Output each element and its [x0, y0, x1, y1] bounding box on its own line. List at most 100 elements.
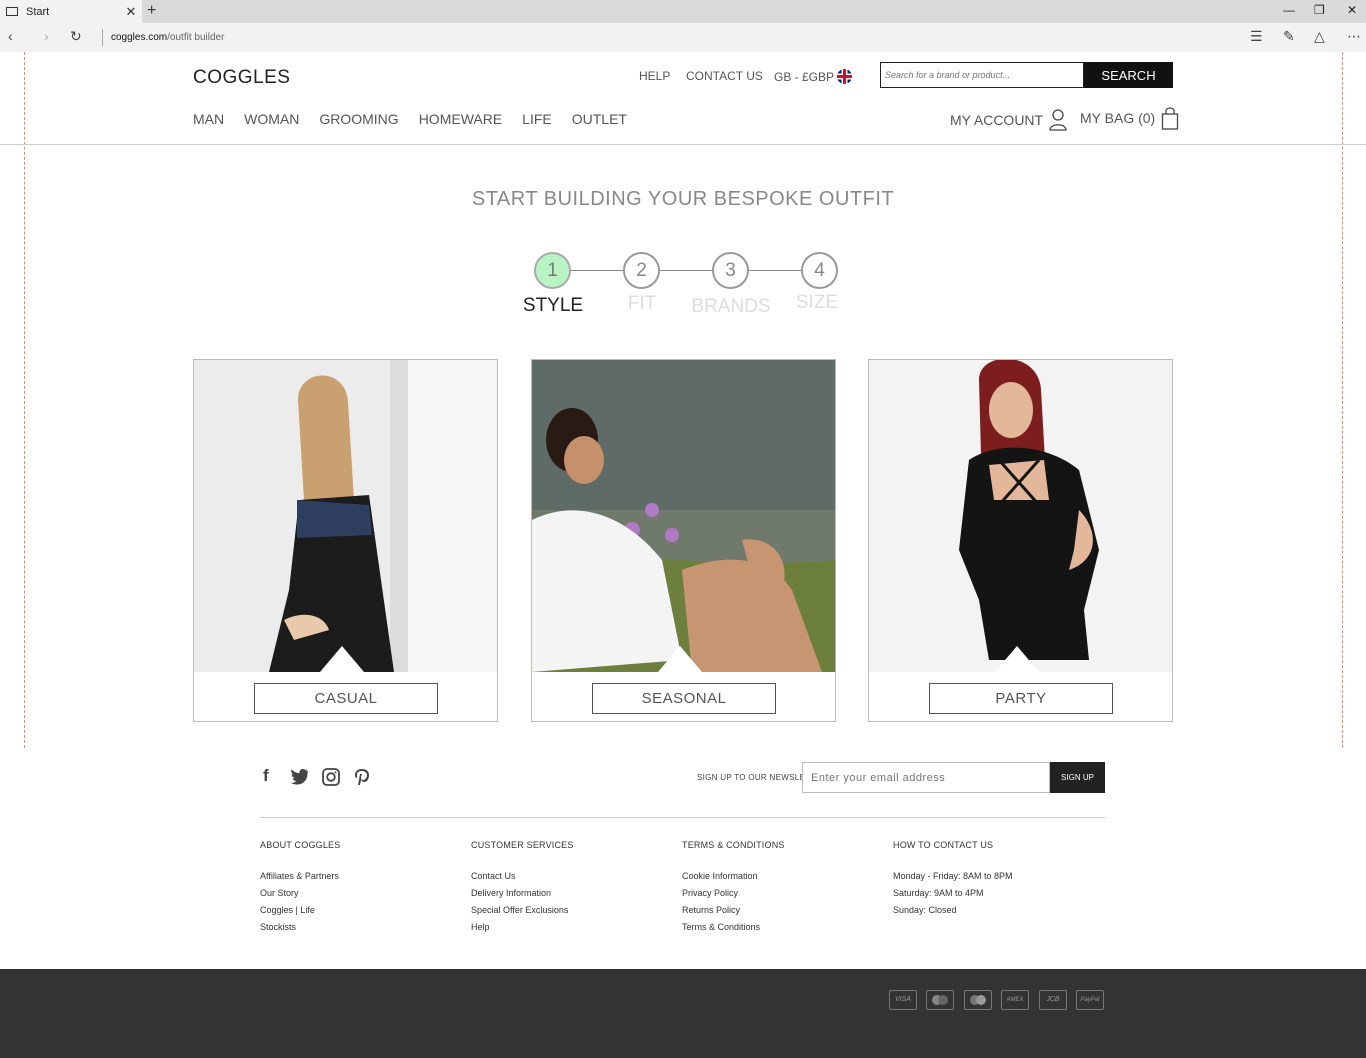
footer-link[interactable]: Terms & Conditions	[682, 919, 785, 936]
window-close-icon[interactable]: ✕	[1347, 3, 1357, 17]
footer-text: Sunday: Closed	[893, 905, 957, 915]
footer-col-title: CUSTOMER SERVICES	[471, 840, 574, 850]
search-button[interactable]: SEARCH	[1084, 62, 1173, 88]
more-icon[interactable]: ⋯	[1347, 28, 1361, 45]
user-icon	[1049, 109, 1067, 131]
style-card-casual[interactable]: CASUAL	[193, 359, 498, 722]
guide-line-left	[24, 52, 25, 748]
footer-link[interactable]: Delivery Information	[471, 885, 574, 902]
seasonal-button[interactable]: SEASONAL	[592, 683, 776, 714]
step-4-label: SIZE	[795, 292, 839, 313]
footer-link[interactable]: Stockists	[260, 919, 340, 936]
guide-line-right	[1342, 52, 1343, 748]
twitter-icon[interactable]	[290, 769, 309, 785]
step-4-circle[interactable]: 4	[801, 252, 838, 289]
my-account-label: MY ACCOUNT	[950, 112, 1044, 128]
jcb-icon: JCB	[1039, 990, 1067, 1010]
step-1-circle[interactable]: 1	[534, 252, 571, 289]
amex-icon: AMEX	[1001, 990, 1029, 1010]
tab-close-icon[interactable]: ✕	[124, 4, 138, 20]
footer-col-about: ABOUT COGGLES Affiliates & Partners Our …	[260, 840, 340, 936]
restore-icon[interactable]: ❐	[1314, 3, 1325, 17]
style-card-party[interactable]: PARTY	[868, 359, 1173, 722]
step-connector	[660, 270, 712, 271]
step-connector	[571, 270, 623, 271]
nav-outlet[interactable]: OUTLET	[572, 111, 627, 127]
forward-icon[interactable]: ›	[44, 28, 49, 44]
site-logo[interactable]: COGGLES	[193, 67, 290, 89]
footer-link[interactable]: Affiliates & Partners	[260, 868, 340, 885]
card-notch	[320, 646, 364, 672]
currency-selector[interactable]: GB - £GBP	[774, 69, 853, 84]
footer-col-title: TERMS & CONDITIONS	[682, 840, 785, 850]
browser-tab[interactable]: Start ✕	[0, 0, 142, 23]
builder-headline: START BUILDING YOUR BESPOKE OUTFIT	[471, 188, 895, 210]
footer-text: Saturday: 9AM to 4PM	[893, 888, 984, 898]
facebook-icon[interactable]: f	[263, 766, 269, 786]
my-account-link[interactable]: MY ACCOUNT	[950, 109, 1067, 131]
nav-life[interactable]: LIFE	[522, 111, 552, 127]
nav-grooming[interactable]: GROOMING	[319, 111, 398, 127]
address-bar[interactable]: coggles.com/outfit builder	[102, 29, 224, 46]
footer-link[interactable]: Contact Us	[471, 868, 574, 885]
minimize-icon[interactable]: —	[1283, 3, 1295, 17]
instagram-icon[interactable]	[322, 768, 340, 786]
main-nav: MAN WOMAN GROOMING HOMEWARE LIFE OUTLET	[193, 111, 627, 127]
newsletter-email-input[interactable]	[802, 762, 1050, 793]
browser-tab-bar: Start ✕ + — ❐ ✕	[0, 0, 1366, 23]
footer-link[interactable]: Our Story	[260, 885, 340, 902]
step-2-label: FIT	[627, 293, 657, 314]
payment-bar: VISA AMEX JCB PayPal	[0, 969, 1366, 1058]
web-note-icon[interactable]: ✎	[1283, 28, 1295, 45]
browser-nav-bar: ‹ › ↻ coggles.com/outfit builder ☰ ✎ △ ⋯	[0, 23, 1366, 52]
casual-photo	[194, 360, 497, 672]
party-button[interactable]: PARTY	[929, 683, 1113, 714]
reading-list-icon[interactable]: ☰	[1250, 28, 1263, 45]
footer-link[interactable]: Help	[471, 919, 574, 936]
seasonal-photo	[532, 360, 835, 672]
back-icon[interactable]: ‹	[8, 28, 13, 44]
footer-link[interactable]: Privacy Policy	[682, 885, 785, 902]
footer-link[interactable]: Special Offer Exclusions	[471, 902, 574, 919]
mastercard-icon	[926, 990, 954, 1010]
bag-icon	[1162, 107, 1179, 130]
search-input[interactable]	[880, 62, 1084, 88]
my-bag-label: MY BAG (0)	[1080, 110, 1156, 126]
card-notch	[995, 646, 1039, 672]
my-bag-link[interactable]: MY BAG (0)	[1080, 106, 1179, 130]
new-tab-icon[interactable]: +	[147, 2, 156, 20]
footer-col-title: ABOUT COGGLES	[260, 840, 341, 850]
footer-col-terms: TERMS & CONDITIONS Cookie Information Pr…	[682, 840, 785, 936]
style-card-seasonal[interactable]: SEASONAL	[531, 359, 836, 722]
footer-link[interactable]: Coggles | Life	[260, 902, 340, 919]
currency-label: GB - £GBP	[774, 70, 835, 84]
paypal-icon: PayPal	[1076, 990, 1104, 1010]
footer-link[interactable]: Returns Policy	[682, 902, 785, 919]
step-connector	[749, 270, 801, 271]
footer-divider	[260, 817, 1105, 818]
help-link[interactable]: HELP	[639, 69, 670, 83]
step-3-circle[interactable]: 3	[712, 252, 749, 289]
nav-homeware[interactable]: HOMEWARE	[419, 111, 502, 127]
contact-link[interactable]: CONTACT US	[686, 69, 763, 83]
page: COGGLES HELP CONTACT US GB - £GBP SEARCH…	[0, 52, 1366, 1058]
url-path: /outfit builder	[167, 32, 225, 43]
tab-title: Start	[26, 5, 50, 18]
party-photo	[869, 360, 1172, 672]
footer-link[interactable]: Cookie Information	[682, 868, 785, 885]
footer-col-customer-services: CUSTOMER SERVICES Contact Us Delivery In…	[471, 840, 574, 936]
footer-col-title: HOW TO CONTACT US	[893, 840, 994, 850]
uk-flag-icon	[837, 69, 853, 84]
nav-man[interactable]: MAN	[193, 111, 224, 127]
step-2-circle[interactable]: 2	[623, 252, 660, 289]
step-3-label: BRANDS	[691, 296, 771, 317]
share-icon[interactable]: △	[1314, 28, 1325, 45]
footer-text: Monday - Friday: 8AM to 8PM	[893, 871, 1013, 881]
tab-page-icon	[6, 7, 18, 16]
step-1-label: STYLE	[522, 295, 584, 316]
newsletter-signup-button[interactable]: SIGN UP	[1050, 762, 1105, 793]
refresh-icon[interactable]: ↻	[70, 28, 82, 45]
pinterest-icon[interactable]	[355, 768, 369, 786]
casual-button[interactable]: CASUAL	[254, 683, 438, 714]
nav-woman[interactable]: WOMAN	[244, 111, 299, 127]
